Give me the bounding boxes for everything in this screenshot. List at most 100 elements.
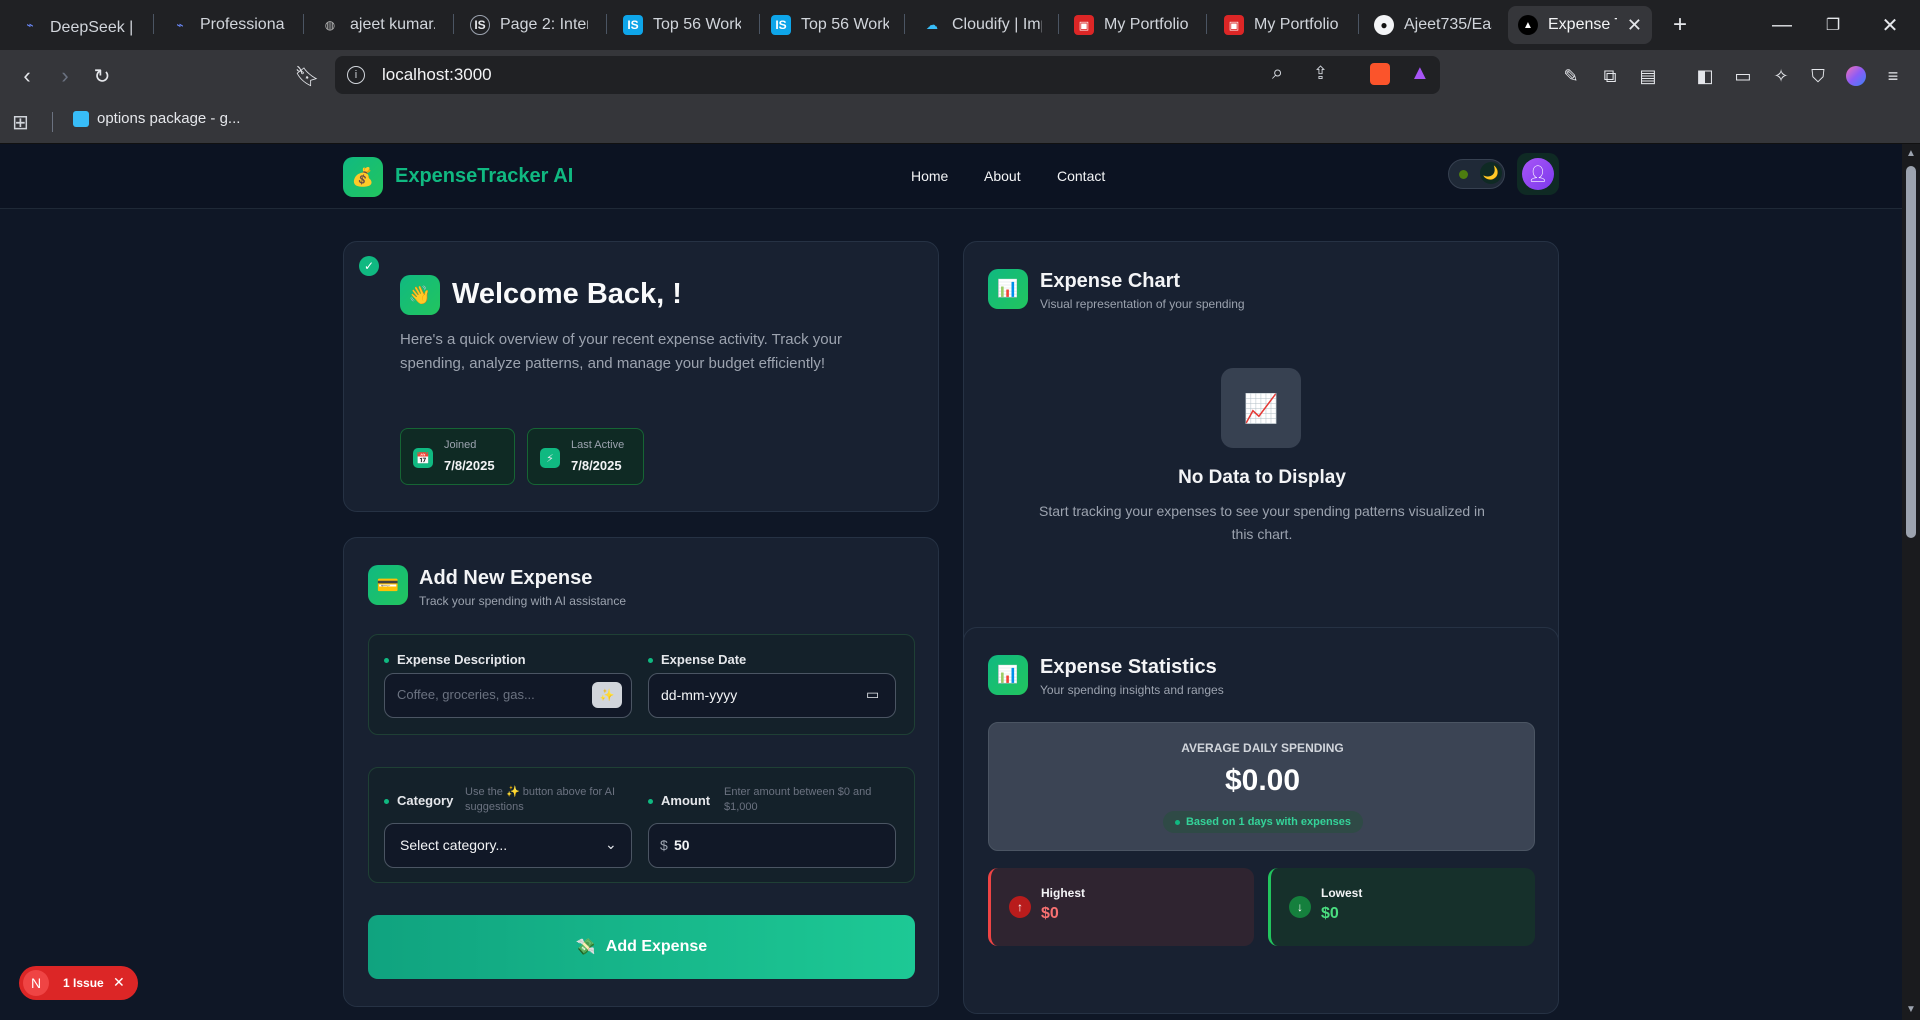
description-date-group: Expense Description Coffee, groceries, g… bbox=[368, 634, 915, 735]
close-tab-icon[interactable]: ✕ bbox=[1627, 15, 1642, 36]
briefcase-icon: ▣ bbox=[1224, 15, 1244, 35]
browser-tab[interactable]: IS Top 56 Work bbox=[613, 6, 751, 44]
deepseek-icon: ⌁ bbox=[26, 18, 34, 32]
user-menu-button[interactable]: 👤︎ bbox=[1517, 153, 1559, 195]
apps-icon[interactable]: ⊞ bbox=[12, 110, 29, 135]
average-spending-panel: AVERAGE DAILY SPENDING $0.00 Based on 1 … bbox=[988, 722, 1535, 851]
brand-title[interactable]: ExpenseTracker AI bbox=[395, 165, 573, 188]
pen-icon[interactable]: ✎ bbox=[1556, 61, 1586, 91]
app-page: 💰 ExpenseTracker AI Home About Contact 🌙… bbox=[0, 144, 1902, 1020]
profile-icon[interactable] bbox=[1841, 61, 1871, 91]
welcome-title: Welcome Back, ! bbox=[452, 278, 682, 310]
page-scrollbar[interactable]: ▲ ▼ bbox=[1902, 144, 1920, 1020]
average-value: $0.00 bbox=[1224, 764, 1301, 797]
last-active-label: Last Active bbox=[571, 439, 625, 451]
info-icon[interactable]: i bbox=[347, 66, 365, 84]
average-note: Based on 1 days with expenses bbox=[1185, 816, 1352, 828]
bar-chart-icon: 📊 bbox=[988, 269, 1028, 309]
forward-button[interactable]: › bbox=[50, 61, 80, 91]
credit-card-icon: 💳 bbox=[368, 565, 408, 605]
last-active-value: 7/8/2025 bbox=[571, 458, 622, 473]
tab-label: Top 56 Work bbox=[801, 16, 889, 33]
category-select[interactable]: Select category... ⌄ bbox=[384, 823, 632, 868]
empty-state-title: No Data to Display bbox=[1178, 467, 1346, 488]
minimize-button[interactable]: — bbox=[1762, 8, 1802, 42]
currency-symbol: $ bbox=[660, 837, 668, 853]
leo-ai-icon[interactable]: ✧ bbox=[1766, 61, 1796, 91]
restore-button[interactable]: ❐ bbox=[1813, 8, 1853, 42]
statistics-subtitle: Your spending insights and ranges bbox=[1040, 683, 1224, 697]
menu-icon[interactable]: ≡ bbox=[1878, 61, 1908, 91]
date-label-text: Expense Date bbox=[661, 652, 747, 667]
bookmark-icon[interactable]: 🔖︎ bbox=[292, 61, 322, 91]
calendar-icon: 📅 bbox=[413, 448, 433, 468]
browser-tab[interactable]: ▣ My Portfolio bbox=[1064, 6, 1209, 44]
is-icon: IS bbox=[623, 15, 643, 35]
nav-link-about[interactable]: About bbox=[984, 168, 1021, 184]
browser-tab-active[interactable]: ▲ Expense T ✕ bbox=[1508, 6, 1652, 44]
wallet-icon[interactable]: ▭ bbox=[1728, 61, 1758, 91]
check-icon: ✓ bbox=[359, 256, 379, 276]
dev-issues-badge[interactable]: N 1 Issue ✕ bbox=[19, 966, 138, 1000]
app-navbar: 💰 ExpenseTracker AI Home About Contact 🌙… bbox=[0, 144, 1902, 209]
browser-tab[interactable]: IS Page 2: Interr bbox=[460, 6, 598, 44]
share-icon[interactable]: ⇪ bbox=[1313, 63, 1328, 84]
nav-link-home[interactable]: Home bbox=[911, 168, 948, 184]
category-selected-value: Select category... bbox=[400, 837, 508, 853]
avatar: 👤︎ bbox=[1522, 158, 1554, 190]
amount-label: Amount bbox=[648, 793, 710, 808]
vpn-icon[interactable]: ⛉ bbox=[1803, 61, 1833, 91]
browser-tab[interactable]: IS Top 56 Work bbox=[761, 6, 899, 44]
add-expense-title: Add New Expense bbox=[419, 567, 593, 589]
browser-chrome: ⌁ DeepSeek | 深 ⌁ Professional F ◍ ajeet kum… bbox=[0, 0, 1920, 144]
reader-icon[interactable]: ▤ bbox=[1633, 61, 1663, 91]
calendar-picker-icon[interactable]: ▭ bbox=[866, 686, 879, 703]
address-bar[interactable]: i localhost:3000 ⌕ ⇪ ▲ bbox=[335, 56, 1440, 94]
category-label-text: Category bbox=[397, 793, 454, 808]
brave-rewards-icon[interactable]: ▲ bbox=[1410, 62, 1430, 85]
nav-link-contact[interactable]: Contact bbox=[1057, 168, 1105, 184]
sun-icon bbox=[1459, 170, 1468, 179]
tab-label: Expense T bbox=[1548, 16, 1617, 33]
deepseek-icon: ⌁ bbox=[176, 18, 184, 32]
chart-title: Expense Chart bbox=[1040, 270, 1181, 292]
reload-button[interactable]: ↻ bbox=[87, 61, 117, 91]
browser-tab[interactable]: ▣ My Portfolio bbox=[1214, 6, 1356, 44]
date-input[interactable]: dd-mm-yyyy ▭ bbox=[648, 673, 896, 718]
close-icon[interactable]: ✕ bbox=[113, 974, 125, 991]
highest-value: $0 bbox=[1041, 905, 1059, 922]
browser-tab[interactable]: ⌁ Professional F bbox=[160, 6, 295, 44]
extensions-icon[interactable]: ⧉ bbox=[1595, 61, 1625, 91]
cloudify-icon: ☁ bbox=[926, 18, 938, 32]
browser-tab[interactable]: ☁ Cloudify | Imp bbox=[912, 6, 1052, 44]
brave-shields-icon[interactable] bbox=[1370, 63, 1390, 85]
add-expense-subtitle: Track your spending with AI assistance bbox=[419, 594, 626, 608]
amount-label-text: Amount bbox=[661, 793, 711, 808]
description-input[interactable]: Coffee, groceries, gas... ✨ bbox=[384, 673, 632, 718]
browser-tab[interactable]: ◍ ajeet kumar.p bbox=[310, 6, 445, 44]
back-button[interactable]: ‹ bbox=[12, 61, 42, 91]
scroll-thumb[interactable] bbox=[1906, 166, 1916, 538]
scroll-up-icon[interactable]: ▲ bbox=[1906, 148, 1916, 159]
lowest-panel: ↓ Lowest $0 bbox=[1268, 868, 1535, 946]
zoom-icon[interactable]: ⌕ bbox=[1272, 62, 1283, 85]
money-bag-icon: 💰 bbox=[343, 157, 383, 197]
browser-tab[interactable]: ⌁ DeepSeek | 深 bbox=[10, 6, 145, 44]
add-expense-button[interactable]: 💸 Add Expense bbox=[368, 915, 915, 979]
bookmark-item[interactable]: options package - g... bbox=[73, 110, 240, 127]
briefcase-icon: ▣ bbox=[1074, 15, 1094, 35]
joined-value: 7/8/2025 bbox=[444, 458, 495, 473]
issue-count: 1 Issue bbox=[63, 976, 104, 990]
close-window-button[interactable]: ✕ bbox=[1870, 8, 1910, 42]
theme-toggle[interactable]: 🌙 bbox=[1448, 159, 1505, 189]
sidebar-icon[interactable]: ◧ bbox=[1690, 61, 1720, 91]
new-tab-button[interactable]: + bbox=[1660, 8, 1700, 42]
tab-label: Cloudify | Imp bbox=[952, 16, 1042, 33]
welcome-card: ✓ 👋 Welcome Back, ! Here's a quick overv… bbox=[343, 241, 939, 512]
ai-suggest-button[interactable]: ✨ bbox=[592, 682, 622, 708]
average-label: AVERAGE DAILY SPENDING bbox=[1181, 741, 1344, 755]
amount-input[interactable]: $ 50 bbox=[648, 823, 896, 868]
browser-tab[interactable]: ● Ajeet735/Eas bbox=[1364, 6, 1502, 44]
scroll-down-icon[interactable]: ▼ bbox=[1906, 1004, 1916, 1015]
tab-label: My Portfolio bbox=[1254, 16, 1339, 33]
